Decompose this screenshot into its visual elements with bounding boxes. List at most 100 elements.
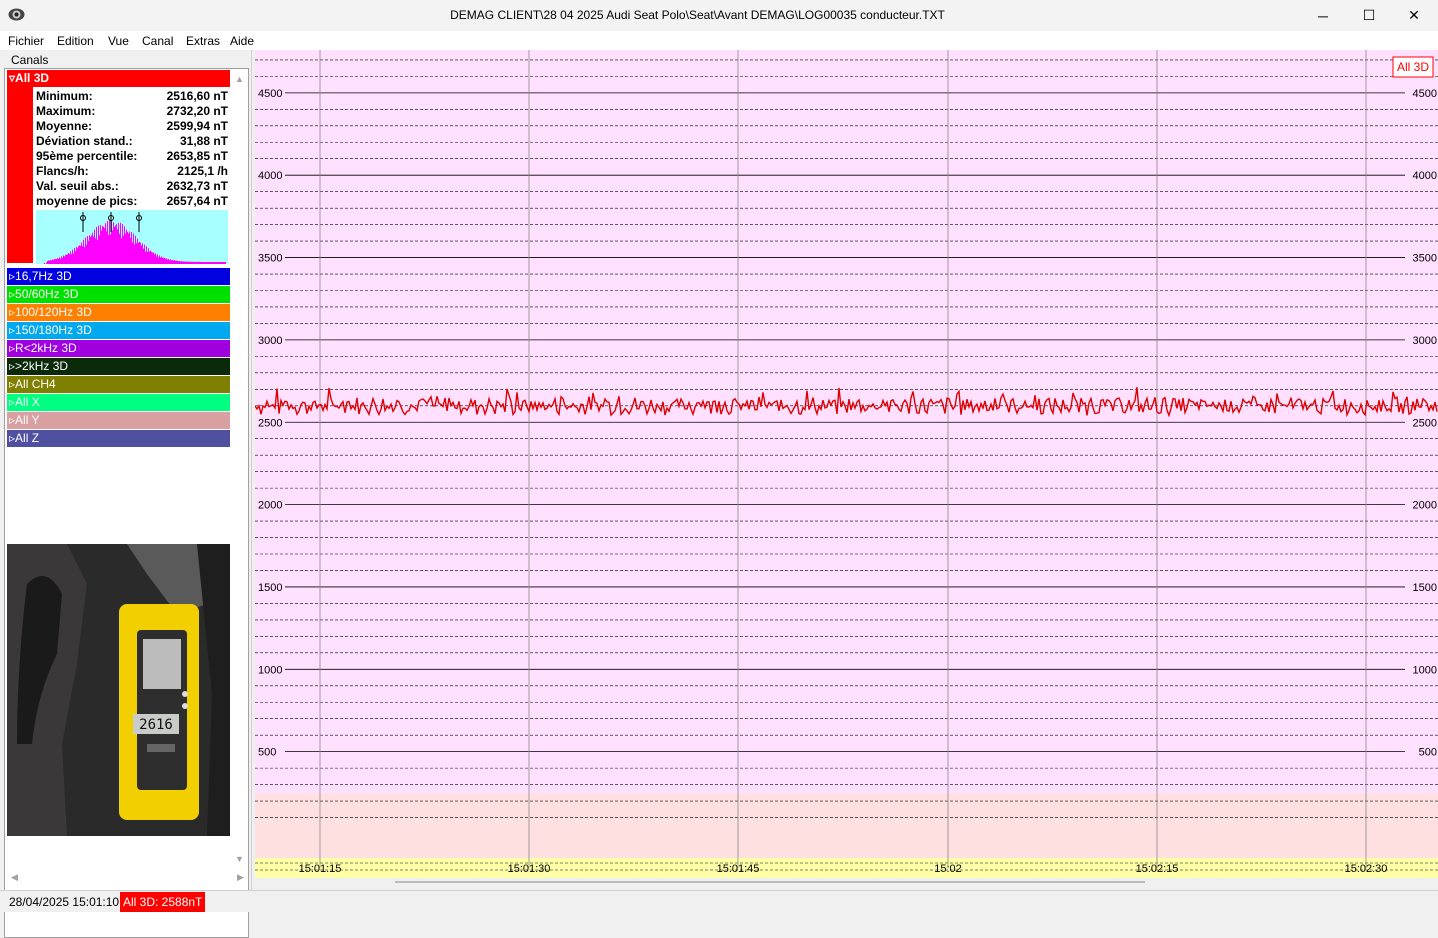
y-tick-label: 4500 (258, 88, 282, 100)
stat-value: 2516,60 nT (166, 89, 228, 103)
status-bar: 28/04/2025 15:01:10 All 3D: 2588nT (0, 890, 1438, 912)
channel-row[interactable]: ▹50/60Hz 3D (7, 286, 230, 303)
channel-row[interactable]: ▹All X (7, 394, 230, 411)
menu-canal[interactable]: Canal (142, 34, 173, 48)
low-band (255, 794, 1438, 858)
y-tick-label-right: 1000 (1413, 664, 1437, 676)
x-tick-label: 15:02:15 (1136, 863, 1179, 875)
stat-value: 2599,94 nT (166, 119, 228, 133)
y-tick-label: 2500 (258, 417, 282, 429)
menu-vue[interactable]: Vue (108, 34, 129, 48)
close-icon: ✕ (1408, 7, 1420, 23)
stat-value: 2657,64 nT (166, 194, 228, 208)
y-tick-label-right: 4500 (1413, 88, 1437, 100)
meter-photo: 2616 (7, 544, 230, 836)
minimize-button[interactable]: ─ (1300, 0, 1346, 31)
channel-stats: Minimum: 2516,60 nT Maximum: 2732,20 nT Moye… (36, 89, 228, 209)
stat-row: Flancs/h: 2125,1 /h (36, 164, 228, 179)
scroll-left-icon[interactable]: ◀ (11, 872, 18, 883)
channel-row[interactable]: ▹16,7Hz 3D (7, 268, 230, 285)
svg-text:2616: 2616 (139, 717, 173, 733)
scroll-up-icon[interactable]: ▲ (235, 74, 244, 84)
channel-row[interactable]: ▹All Z (7, 430, 230, 447)
x-tick-label: 15:01:30 (508, 863, 551, 875)
channel-row[interactable]: ▹All CH4 (7, 376, 230, 393)
y-tick-label: 2000 (258, 500, 282, 512)
x-tick-label: 15:01:45 (717, 863, 760, 875)
minimize-icon: ─ (1318, 7, 1328, 24)
y-tick-label-right: 4000 (1413, 170, 1437, 182)
stat-label: Minimum: (36, 89, 93, 103)
y-tick-label-right: 3500 (1413, 253, 1437, 265)
channel-list[interactable]: ▿All 3D Minimum: 2516,60 nT Maximum: 2732,2… (4, 68, 249, 938)
stat-row: 95ème percentile: 2653,85 nT (36, 149, 228, 164)
channel-label: All Z (15, 431, 40, 445)
channel-color-stripe (7, 87, 33, 263)
channel-row[interactable]: ▹>2kHz 3D (7, 358, 230, 375)
channel-row[interactable]: ▹All Y (7, 412, 230, 429)
x-tick-label: 15:02 (934, 863, 962, 875)
channel-label: All X (15, 395, 40, 409)
stat-label: Val. seuil abs.: (36, 179, 119, 193)
y-tick-label: 1000 (258, 664, 282, 676)
y-tick-label: 4000 (258, 170, 282, 182)
menu-fichier[interactable]: Fichier (8, 34, 44, 48)
channel-all-3d-label: All 3D (15, 71, 50, 85)
y-tick-label-right: 1500 (1413, 582, 1437, 594)
y-tick-label-right: 500 (1419, 747, 1437, 759)
maximize-button[interactable]: ☐ (1346, 0, 1392, 31)
stat-row: Moyenne: 2599,94 nT (36, 119, 228, 134)
channel-label: >2kHz 3D (15, 359, 69, 373)
x-tick-label: 15:01:15 (299, 863, 342, 875)
stat-value: 2653,85 nT (166, 149, 228, 163)
channel-label: 50/60Hz 3D (15, 287, 79, 301)
channels-panel: Canals ▿All 3D Minimum: 2516,60 nT Maximum… (0, 50, 252, 938)
maximize-icon: ☐ (1362, 7, 1376, 23)
stat-row: Déviation stand.: 31,88 nT (36, 134, 228, 149)
stat-label: Déviation stand.: (36, 134, 133, 148)
channel-label: All CH4 (15, 377, 56, 391)
channel-row[interactable]: ▹R<2kHz 3D (7, 340, 230, 357)
scroll-down-icon[interactable]: ▼ (235, 854, 244, 864)
stat-label: Flancs/h: (36, 164, 89, 178)
y-tick-label: 500 (258, 747, 276, 759)
close-button[interactable]: ✕ (1391, 0, 1437, 31)
plot-background (255, 50, 1438, 858)
channel-all-3d-header[interactable]: ▿All 3D (7, 70, 230, 87)
channel-label: All Y (15, 413, 40, 427)
stat-row: Val. seuil abs.: 2632,73 nT (36, 179, 228, 194)
y-tick-label: 3000 (258, 335, 282, 347)
window-title: DEMAG CLIENT\28 04 2025 Audi Seat Polo\S… (450, 8, 945, 22)
stat-row: moyenne de pics: 2657,64 nT (36, 194, 228, 209)
channel-label: 150/180Hz 3D (15, 323, 92, 337)
title-bar: DEMAG CLIENT\28 04 2025 Audi Seat Polo\S… (0, 0, 1438, 31)
status-timestamp: 28/04/2025 15:01:10 (9, 895, 120, 909)
channel-label: 100/120Hz 3D (15, 305, 92, 319)
y-tick-label-right: 2500 (1413, 417, 1437, 429)
menu-edition[interactable]: Edition (57, 34, 94, 48)
y-tick-label: 3500 (258, 253, 282, 265)
channel-row[interactable]: ▹150/180Hz 3D (7, 322, 230, 339)
menu-extras[interactable]: Extras (186, 34, 220, 48)
scroll-right-icon[interactable]: ▶ (237, 872, 244, 883)
stat-value: 2125,1 /h (177, 164, 228, 178)
y-tick-label-right: 2000 (1413, 500, 1437, 512)
legend-label: All 3D (1397, 60, 1429, 74)
y-tick-label-right: 3000 (1413, 335, 1437, 347)
menu-bar: Fichier Edition Vue Canal Extras Aide (0, 31, 1438, 50)
channel-label: R<2kHz 3D (15, 341, 77, 355)
stat-label: 95ème percentile: (36, 149, 138, 163)
time-axis-band (255, 858, 1438, 878)
panel-title: Canals (11, 53, 49, 67)
y-tick-label: 1500 (258, 582, 282, 594)
stat-value: 2632,73 nT (166, 179, 228, 193)
line-chart[interactable]: 500 500 1000 1000 1500 1500 2000 2000 2500 2500 30… (255, 50, 1438, 890)
x-tick-label: 15:02:30 (1345, 863, 1388, 875)
stat-label: Moyenne: (36, 119, 93, 133)
channel-label: 16,7Hz 3D (15, 269, 72, 283)
channel-row[interactable]: ▹100/120Hz 3D (7, 304, 230, 321)
menu-aide[interactable]: Aide (230, 34, 254, 48)
stat-value: 2732,20 nT (166, 104, 228, 118)
stat-value: 31,88 nT (179, 134, 228, 148)
stat-row: Minimum: 2516,60 nT (36, 89, 228, 104)
